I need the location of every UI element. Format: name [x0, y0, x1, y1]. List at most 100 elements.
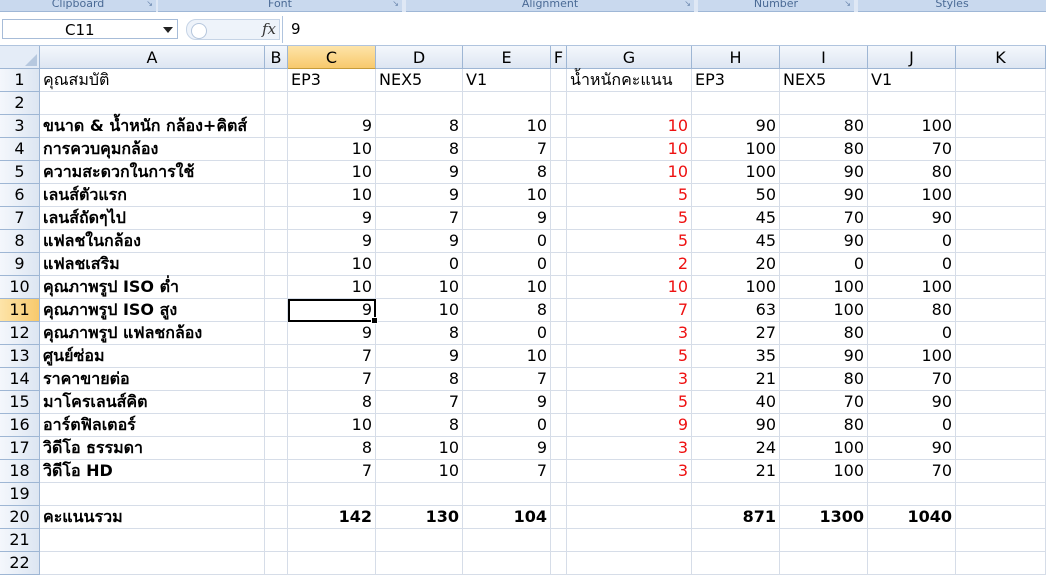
- cell-a8[interactable]: แฟลชในกล้อง: [40, 230, 265, 253]
- cell-b16[interactable]: [265, 414, 288, 437]
- row-header-13[interactable]: 13: [0, 345, 40, 368]
- cell-f16[interactable]: [551, 414, 567, 437]
- cell-i10[interactable]: 100: [780, 276, 868, 299]
- cell-a4[interactable]: การควบคุมกล้อง: [40, 138, 265, 161]
- cell-e20[interactable]: 104: [463, 506, 551, 529]
- cell-f15[interactable]: [551, 391, 567, 414]
- cell-b13[interactable]: [265, 345, 288, 368]
- cell-k13[interactable]: [956, 345, 1046, 368]
- dialog-launcher-icon[interactable]: ↘: [684, 0, 691, 8]
- dialog-launcher-icon[interactable]: ↘: [844, 0, 851, 8]
- cell-j16[interactable]: 0: [868, 414, 956, 437]
- cell-c11[interactable]: 9: [288, 299, 378, 324]
- cell-i18[interactable]: 100: [780, 460, 868, 483]
- cell-c5[interactable]: 10: [288, 161, 376, 184]
- cell-e6[interactable]: 10: [463, 184, 551, 207]
- column-header-g[interactable]: G: [567, 46, 692, 69]
- cell-e15[interactable]: 9: [463, 391, 551, 414]
- cell-e18[interactable]: 7: [463, 460, 551, 483]
- cell-a20[interactable]: คะแนนรวม: [40, 506, 265, 529]
- cell-b9[interactable]: [265, 253, 288, 276]
- row-header-4[interactable]: 4: [0, 138, 40, 161]
- cell-e12[interactable]: 0: [463, 322, 551, 345]
- cell-c13[interactable]: 7: [288, 345, 376, 368]
- cell-c10[interactable]: 10: [288, 276, 376, 299]
- cell-f18[interactable]: [551, 460, 567, 483]
- cell-c21[interactable]: [288, 529, 376, 552]
- cell-a10[interactable]: คุณภาพรูป ISO ต่ำ: [40, 276, 265, 299]
- cell-h14[interactable]: 21: [692, 368, 780, 391]
- cell-j5[interactable]: 80: [868, 161, 956, 184]
- cell-h5[interactable]: 100: [692, 161, 780, 184]
- cell-g12[interactable]: 3: [567, 322, 692, 345]
- cell-j1[interactable]: V1: [868, 69, 956, 92]
- column-header-d[interactable]: D: [376, 46, 463, 69]
- cell-h12[interactable]: 27: [692, 322, 780, 345]
- cell-d10[interactable]: 10: [376, 276, 463, 299]
- row-header-7[interactable]: 7: [0, 207, 40, 230]
- cell-b6[interactable]: [265, 184, 288, 207]
- cell-h13[interactable]: 35: [692, 345, 780, 368]
- cell-a15[interactable]: มาโครเลนส์คิต: [40, 391, 265, 414]
- cell-a22[interactable]: [40, 552, 265, 575]
- cell-d18[interactable]: 10: [376, 460, 463, 483]
- ribbon-group-clipboard[interactable]: Clipboard ↘: [0, 0, 156, 12]
- ribbon-group-font[interactable]: Font ↘: [158, 0, 402, 12]
- cell-e19[interactable]: [463, 483, 551, 506]
- cell-e11[interactable]: 8: [463, 299, 551, 322]
- cell-b4[interactable]: [265, 138, 288, 161]
- cell-g19[interactable]: [567, 483, 692, 506]
- cell-d5[interactable]: 9: [376, 161, 463, 184]
- cell-c4[interactable]: 10: [288, 138, 376, 161]
- cell-e2[interactable]: [463, 92, 551, 115]
- cell-g8[interactable]: 5: [567, 230, 692, 253]
- cell-h9[interactable]: 20: [692, 253, 780, 276]
- cell-i1[interactable]: NEX5: [780, 69, 868, 92]
- cell-g14[interactable]: 3: [567, 368, 692, 391]
- cell-f8[interactable]: [551, 230, 567, 253]
- cell-e21[interactable]: [463, 529, 551, 552]
- cell-e16[interactable]: 0: [463, 414, 551, 437]
- ribbon-group-styles[interactable]: Styles: [858, 0, 1046, 12]
- cell-d17[interactable]: 10: [376, 437, 463, 460]
- cell-k8[interactable]: [956, 230, 1046, 253]
- row-header-9[interactable]: 9: [0, 253, 40, 276]
- cell-f21[interactable]: [551, 529, 567, 552]
- cell-c2[interactable]: [288, 92, 376, 115]
- cell-b7[interactable]: [265, 207, 288, 230]
- cell-f3[interactable]: [551, 115, 567, 138]
- cell-k7[interactable]: [956, 207, 1046, 230]
- cell-h6[interactable]: 50: [692, 184, 780, 207]
- cell-h11[interactable]: 63: [692, 299, 780, 322]
- ribbon-group-number[interactable]: Number ↘: [698, 0, 854, 12]
- cell-e7[interactable]: 9: [463, 207, 551, 230]
- cell-g7[interactable]: 5: [567, 207, 692, 230]
- cell-h4[interactable]: 100: [692, 138, 780, 161]
- cell-c7[interactable]: 9: [288, 207, 376, 230]
- row-header-12[interactable]: 12: [0, 322, 40, 345]
- cell-h16[interactable]: 90: [692, 414, 780, 437]
- cell-g10[interactable]: 10: [567, 276, 692, 299]
- cell-b20[interactable]: [265, 506, 288, 529]
- cell-a6[interactable]: เลนส์ตัวแรก: [40, 184, 265, 207]
- cell-d6[interactable]: 9: [376, 184, 463, 207]
- cell-g22[interactable]: [567, 552, 692, 575]
- cell-h8[interactable]: 45: [692, 230, 780, 253]
- row-header-5[interactable]: 5: [0, 161, 40, 184]
- cell-h19[interactable]: [692, 483, 780, 506]
- cell-f17[interactable]: [551, 437, 567, 460]
- cell-i4[interactable]: 80: [780, 138, 868, 161]
- cell-b15[interactable]: [265, 391, 288, 414]
- cell-j19[interactable]: [868, 483, 956, 506]
- cell-b1[interactable]: [265, 69, 288, 92]
- cell-i21[interactable]: [780, 529, 868, 552]
- cell-a3[interactable]: ขนาด & น้ำหนัก กล้อง+คิตส์: [40, 115, 265, 138]
- cell-j15[interactable]: 90: [868, 391, 956, 414]
- fill-handle[interactable]: [371, 317, 378, 324]
- cell-c1[interactable]: EP3: [288, 69, 376, 92]
- row-header-6[interactable]: 6: [0, 184, 40, 207]
- dialog-launcher-icon[interactable]: ↘: [392, 0, 399, 8]
- cell-a11[interactable]: คุณภาพรูป ISO สูง: [40, 299, 265, 322]
- cell-k15[interactable]: [956, 391, 1046, 414]
- cell-b10[interactable]: [265, 276, 288, 299]
